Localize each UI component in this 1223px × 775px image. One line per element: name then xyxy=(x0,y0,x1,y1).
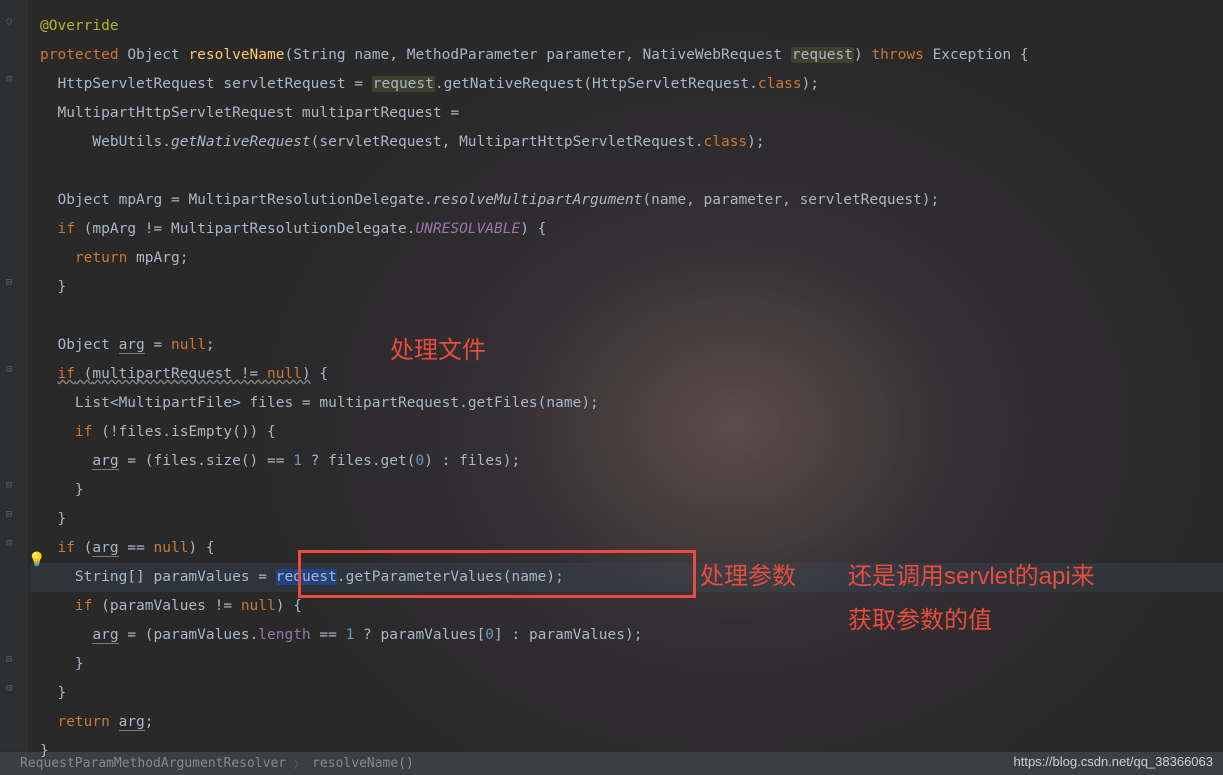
code-line: arg = (paramValues.length == 1 ? paramVa… xyxy=(30,621,1223,650)
code-line: if (!files.isEmpty()) { xyxy=(30,418,1223,447)
code-line: if (mpArg != MultipartResolutionDelegate… xyxy=(30,215,1223,244)
code-line: return mpArg; xyxy=(30,244,1223,273)
code-line: if (arg == null) { xyxy=(30,534,1223,563)
code-editor[interactable]: @Override protected Object resolveName(S… xyxy=(0,0,1223,766)
lightbulb-icon[interactable]: 💡 xyxy=(28,552,45,568)
code-line: if (multipartRequest != null) { xyxy=(30,360,1223,389)
code-line: if (paramValues != null) { xyxy=(30,592,1223,621)
text-selection: request xyxy=(276,569,337,585)
code-line: } xyxy=(30,505,1223,534)
code-line xyxy=(30,302,1223,331)
code-line: protected Object resolveName(String name… xyxy=(30,41,1223,70)
code-line: arg = (files.size() == 1 ? files.get(0) … xyxy=(30,447,1223,476)
code-line: } xyxy=(30,737,1223,766)
code-line: HttpServletRequest servletRequest = requ… xyxy=(30,70,1223,99)
code-line: } xyxy=(30,273,1223,302)
code-line: String[] paramValues = request.getParame… xyxy=(30,563,1223,592)
code-line: } xyxy=(30,476,1223,505)
code-line xyxy=(30,157,1223,186)
code-line: Object mpArg = MultipartResolutionDelega… xyxy=(30,186,1223,215)
code-line: List<MultipartFile> files = multipartReq… xyxy=(30,389,1223,418)
code-line: Object arg = null; xyxy=(30,331,1223,360)
code-line: } xyxy=(30,679,1223,708)
code-line: MultipartHttpServletRequest multipartReq… xyxy=(30,99,1223,128)
code-line: return arg; xyxy=(30,708,1223,737)
code-line: } xyxy=(30,650,1223,679)
code-line: WebUtils.getNativeRequest(servletRequest… xyxy=(30,128,1223,157)
code-line: @Override xyxy=(30,12,1223,41)
